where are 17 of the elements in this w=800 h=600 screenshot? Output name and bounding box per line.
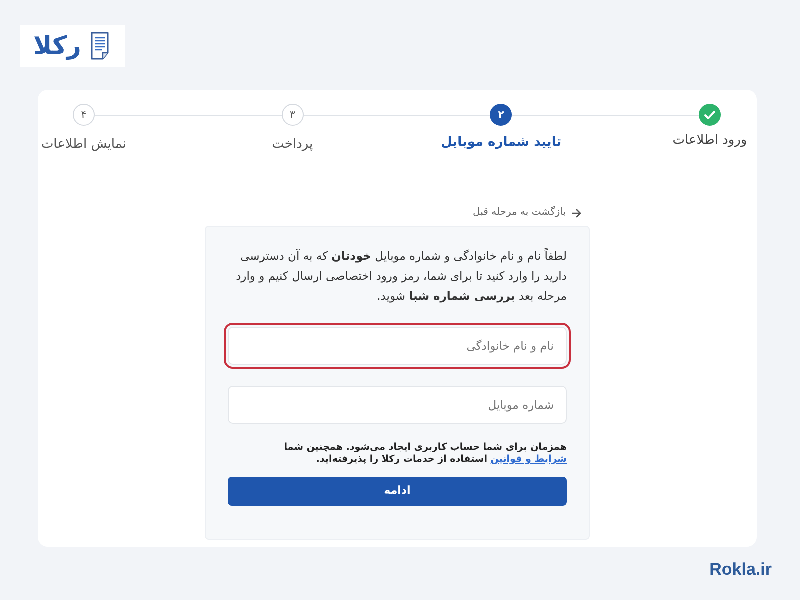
input-field[interactable]: شماره موبایل xyxy=(228,386,567,424)
step-label: ورود اطلاعات xyxy=(672,132,748,150)
step-label: پرداخت xyxy=(272,136,314,154)
back-link[interactable]: بازگشت به مرحله قبل xyxy=(473,206,582,220)
terms-text: همزمان برای شما حساب کاربری ایجاد می‌شود. همچنین شما شرایط و قوانین استفاده از خدمات رکلا را پذیرفته‌اید. xyxy=(283,442,567,466)
step-label: تایید شماره موبایل xyxy=(441,134,562,152)
step-number: ۳ xyxy=(282,104,304,126)
continue-button[interactable]: ادامه xyxy=(228,477,567,506)
document-icon xyxy=(89,32,112,60)
site-url: Rokla.ir xyxy=(710,559,772,581)
arrow-icon xyxy=(572,208,582,218)
step-number: ۴ xyxy=(72,104,95,126)
terms-link[interactable]: شرایط و قوانین xyxy=(490,454,567,465)
step-label: نمایش اطلاعات xyxy=(41,136,127,154)
step-number: ۲ xyxy=(490,104,512,126)
logo-text: رکلا xyxy=(34,31,82,61)
intro-text: لطفاً نام و نام خانوادگی و شماره موبایل خودتان که به آن دسترسی دارید را وارد کنید تا برای شما، رمز ورود اختصاصی ارسال کنیم و وارد مرحله بعد بررسی شماره شبا شوید. xyxy=(235,247,567,305)
